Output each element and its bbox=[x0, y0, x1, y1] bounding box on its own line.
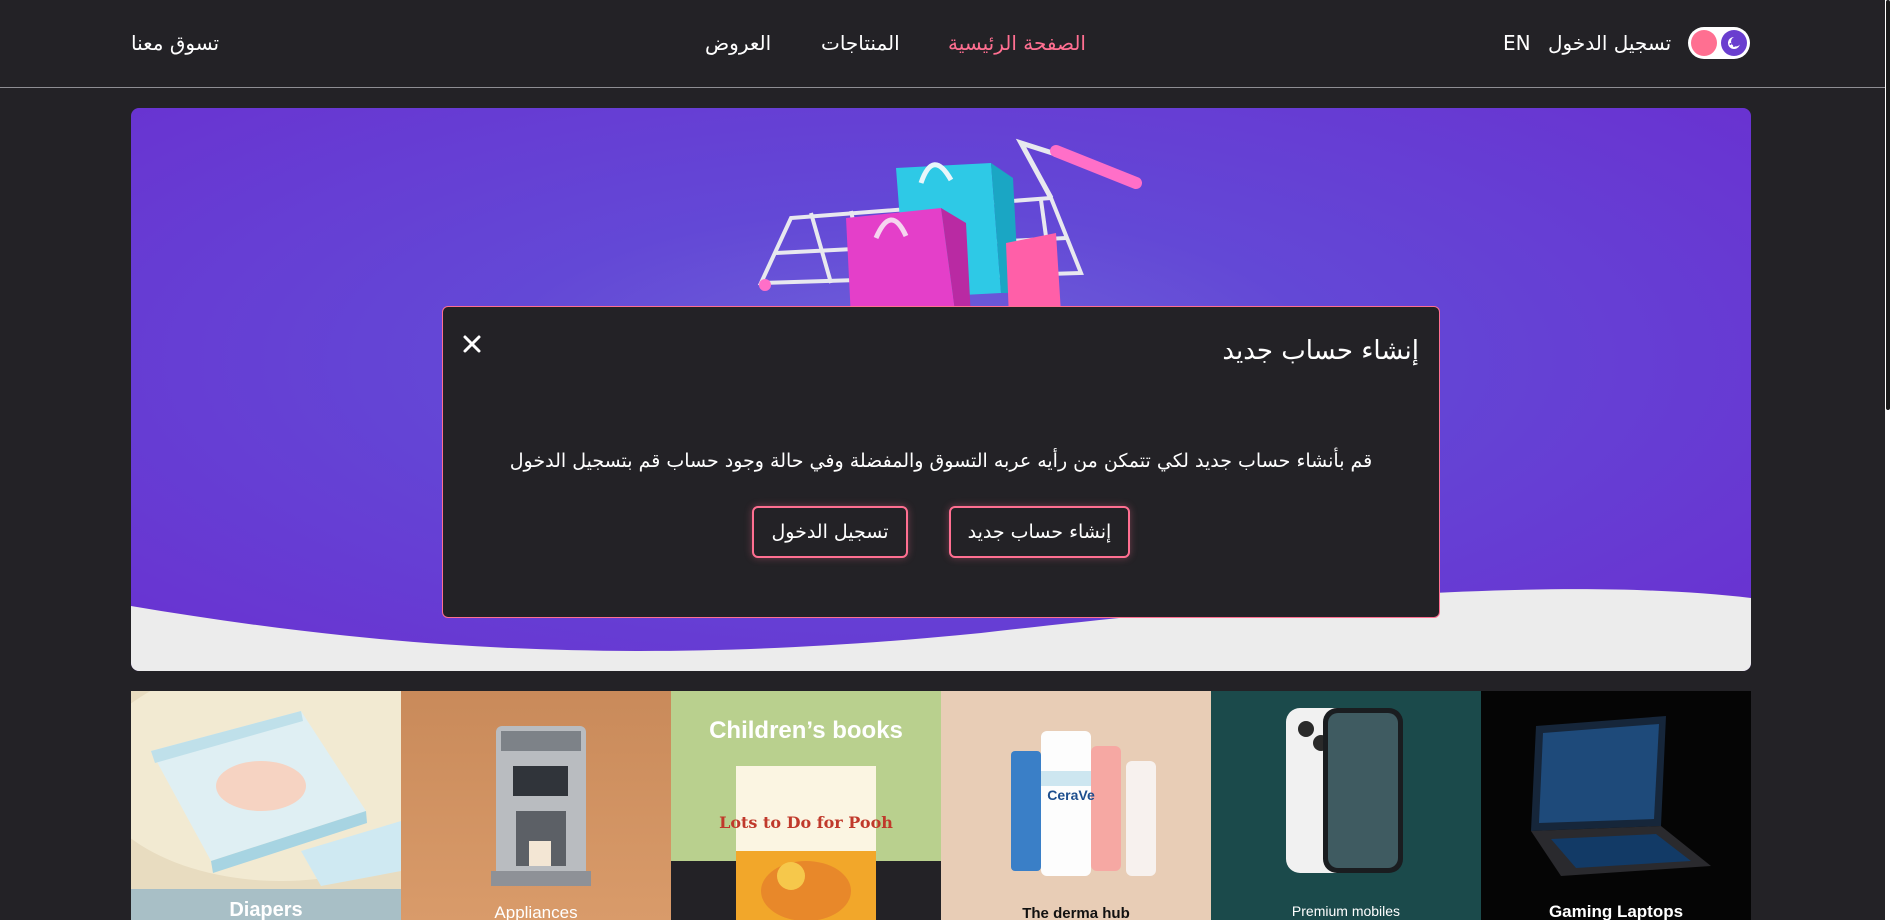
product-brand: CeraVe bbox=[1047, 787, 1095, 803]
nav-link-products[interactable]: المنتاجات bbox=[821, 27, 900, 59]
diapers-image bbox=[131, 691, 401, 920]
toggle-knob bbox=[1691, 30, 1717, 56]
laptop-image bbox=[1531, 716, 1711, 876]
close-icon[interactable] bbox=[457, 329, 487, 359]
modal-title: إنشاء حساب جديد bbox=[1222, 336, 1419, 366]
nav-link-home[interactable]: الصفحة الرئيسية bbox=[948, 27, 1086, 59]
category-tile-appliances[interactable]: Appliances bbox=[401, 691, 671, 920]
theme-toggle[interactable] bbox=[1688, 27, 1750, 59]
skincare-products-image bbox=[1011, 731, 1156, 876]
category-tile-childrens-books[interactable]: Children’s books Lots to Do for Pooh bbox=[671, 691, 941, 920]
category-label: The derma hub bbox=[1022, 905, 1130, 920]
category-label: Appliances bbox=[494, 903, 578, 920]
category-tile-premium-mobiles[interactable]: Premium mobiles bbox=[1211, 691, 1481, 920]
login-button[interactable]: تسجيل الدخول bbox=[752, 506, 908, 558]
modal-message: قم بأنشاء حساب جديد لكي تتمكن من رأيه عر… bbox=[509, 450, 1373, 472]
register-modal: إنشاء حساب جديد قم بأنشاء حساب جديد لكي … bbox=[442, 306, 1440, 618]
category-label: Diapers bbox=[229, 899, 303, 920]
coffee-machine-image bbox=[491, 726, 591, 886]
language-toggle[interactable]: EN bbox=[1503, 27, 1531, 59]
category-tile-gaming-laptops[interactable]: Gaming Laptops bbox=[1481, 691, 1751, 920]
category-tile-diapers[interactable]: Diapers bbox=[131, 691, 401, 920]
category-tiles: Diapers Appliances Children’s books Lots… bbox=[131, 691, 1751, 920]
nav-link-offers[interactable]: العروض bbox=[705, 27, 771, 59]
login-link[interactable]: تسجيل الدخول bbox=[1548, 27, 1671, 59]
book-title: Lots to Do for Pooh bbox=[719, 813, 893, 832]
navbar: تسوق معنا العروض المنتاجات الصفحة الرئيس… bbox=[0, 0, 1891, 88]
category-tile-derma-hub[interactable]: CeraVe The derma hub bbox=[941, 691, 1211, 920]
register-button[interactable]: إنشاء حساب جديد bbox=[949, 506, 1130, 558]
brand-link[interactable]: تسوق معنا bbox=[131, 27, 219, 59]
category-label: Gaming Laptops bbox=[1548, 902, 1684, 920]
moon-icon bbox=[1721, 30, 1747, 56]
phones-image bbox=[1286, 708, 1403, 873]
scrollbar-thumb[interactable] bbox=[1886, 0, 1890, 410]
category-label: Premium mobiles bbox=[1291, 903, 1401, 919]
category-label: Children’s books bbox=[709, 717, 903, 744]
